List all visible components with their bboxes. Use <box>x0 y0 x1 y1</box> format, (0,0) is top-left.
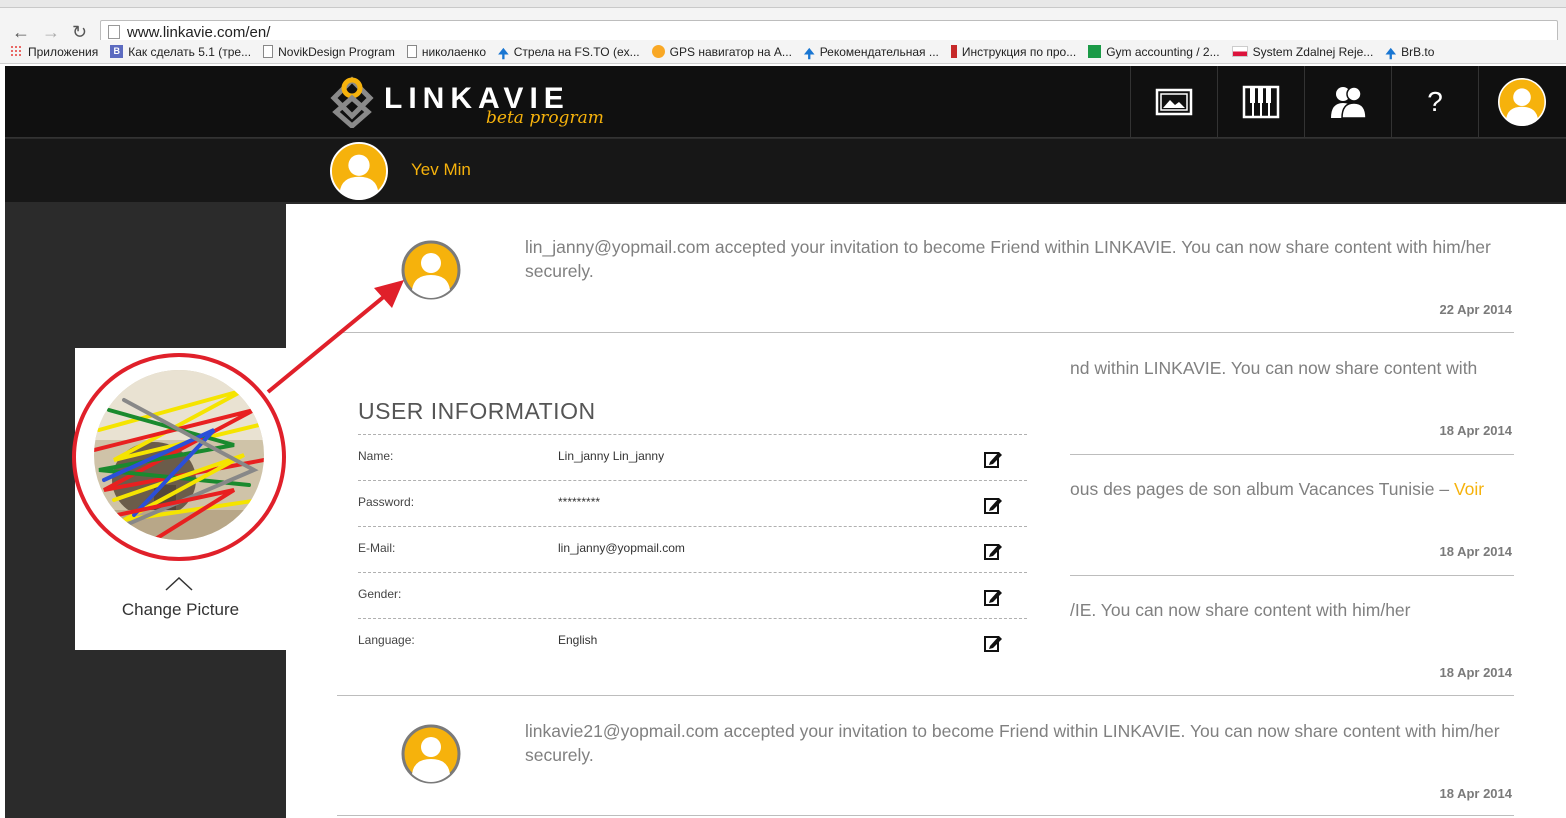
poland-flag-icon <box>1231 46 1248 57</box>
help-nav-button[interactable]: ? <box>1391 66 1478 138</box>
divider <box>1070 454 1514 455</box>
bookmark-item[interactable]: NovikDesign Program <box>263 45 395 59</box>
voir-link[interactable]: Voir <box>1454 479 1484 499</box>
reload-icon[interactable]: ↻ <box>72 22 87 42</box>
bookmarks-bar: Приложения B Как сделать 5.1 (тре... Novi… <box>0 40 1566 64</box>
bookmark-item[interactable]: 🠉 Стрела на FS.TO (ex... <box>498 45 640 62</box>
bookmark-item[interactable]: B Как сделать 5.1 (тре... <box>110 45 251 59</box>
help-icon: ? <box>1427 86 1443 117</box>
piano-nav-button[interactable] <box>1217 66 1304 138</box>
username[interactable]: Yev Min <box>411 160 471 180</box>
edit-icon[interactable] <box>983 495 1003 515</box>
field-value: English <box>558 633 598 647</box>
photos-icon <box>1155 88 1193 116</box>
edit-icon[interactable] <box>983 541 1003 561</box>
notification-date: 22 Apr 2014 <box>1439 302 1512 317</box>
edit-icon[interactable] <box>983 587 1003 607</box>
notification-date: 18 Apr 2014 <box>1439 786 1512 801</box>
user-info-row-gender: Gender: <box>358 572 1027 618</box>
notification-date: 18 Apr 2014 <box>1439 423 1512 438</box>
page-icon <box>263 45 274 58</box>
notification-date: 18 Apr 2014 <box>1439 544 1512 559</box>
divider <box>337 695 1514 696</box>
profile-picture[interactable] <box>94 370 264 540</box>
profile-nav-button[interactable] <box>1478 66 1565 138</box>
back-arrow-icon[interactable]: ← <box>12 22 30 42</box>
forward-arrow-icon[interactable]: → <box>42 22 60 42</box>
browser-tab-strip <box>0 0 1566 8</box>
bookmark-item[interactable]: 🠉 BrB.to <box>1385 45 1434 62</box>
notification-text: /IE. You can now share content with him/… <box>1070 600 1411 620</box>
friends-icon <box>1331 86 1367 119</box>
user-info-row-email: E-Mail: lin_janny@yopmail.com <box>358 526 1027 572</box>
bookmark-item[interactable]: GPS навигатор на А... <box>651 45 792 59</box>
user-avatar[interactable] <box>330 142 388 200</box>
field-label: Language: <box>358 633 415 647</box>
arrow-up-icon: 🠉 <box>803 46 815 61</box>
caret-up-icon[interactable] <box>165 577 193 591</box>
notification-avatar[interactable] <box>401 724 461 784</box>
logo-subtitle: beta program <box>486 108 604 128</box>
notification-date: 18 Apr 2014 <box>1439 665 1512 680</box>
divider <box>337 815 1514 816</box>
sheets-icon <box>1088 45 1102 58</box>
arrow-up-icon: 🠉 <box>498 46 509 61</box>
field-label: Gender: <box>358 587 402 601</box>
notification-avatar[interactable] <box>401 240 461 300</box>
friends-nav-button[interactable] <box>1304 66 1391 138</box>
arrow-up-icon: 🠉 <box>1385 46 1397 61</box>
bookmark-item[interactable]: Инструкция по про... <box>950 45 1076 59</box>
page-b-icon: B <box>110 45 124 58</box>
notification-text: linkavie21@yopmail.com accepted your inv… <box>525 721 1500 765</box>
edit-icon[interactable] <box>983 633 1003 653</box>
gps-icon <box>651 45 665 58</box>
piano-icon <box>1242 85 1280 119</box>
bookmark-item[interactable]: Gym accounting / 2... <box>1088 45 1220 59</box>
notification-text: nd within LINKAVIE. You can now share co… <box>1070 358 1478 378</box>
photos-nav-button[interactable] <box>1130 66 1217 138</box>
notification-text: lin_janny@yopmail.com accepted your invi… <box>525 237 1491 281</box>
field-value: Lin_janny Lin_janny <box>558 449 665 463</box>
change-picture-link[interactable]: Change Picture <box>75 600 286 620</box>
bookmark-item[interactable]: System Zdalnej Reje... <box>1231 45 1373 59</box>
browser-toolbar: ← → ↻ www.linkavie.com/en/ <box>0 8 1566 44</box>
user-information-title: USER INFORMATION <box>358 398 596 424</box>
page-icon <box>406 45 417 58</box>
field-label: E-Mail: <box>358 541 396 555</box>
url-text[interactable]: www.linkavie.com/en/ <box>127 24 270 41</box>
notification-text: ous des pages de son album Vacances Tuni… <box>1070 479 1485 499</box>
user-info-row-name: Name: Lin_janny Lin_janny <box>358 434 1027 480</box>
field-value: ********* <box>558 495 601 509</box>
field-value: lin_janny@yopmail.com <box>558 541 685 555</box>
bookmark-item[interactable]: Приложения <box>10 45 98 59</box>
page-icon <box>108 25 120 39</box>
apps-grid-icon <box>10 45 23 58</box>
divider <box>337 332 1514 333</box>
divider <box>1070 575 1514 576</box>
field-label: Name: <box>358 449 394 463</box>
field-label: Password: <box>358 495 415 509</box>
user-info-row-language: Language: English <box>358 618 1027 664</box>
linkavie-logo-icon[interactable] <box>330 76 374 128</box>
bookmark-item[interactable]: 🠉 Рекомендательная ... <box>803 45 939 62</box>
bookmark-red-icon <box>950 45 957 58</box>
user-info-row-password: Password: ********* <box>358 480 1027 526</box>
bookmark-item[interactable]: николаенко <box>406 45 486 59</box>
user-bar <box>5 139 1566 202</box>
profile-icon <box>1498 78 1546 126</box>
edit-icon[interactable] <box>983 449 1003 469</box>
